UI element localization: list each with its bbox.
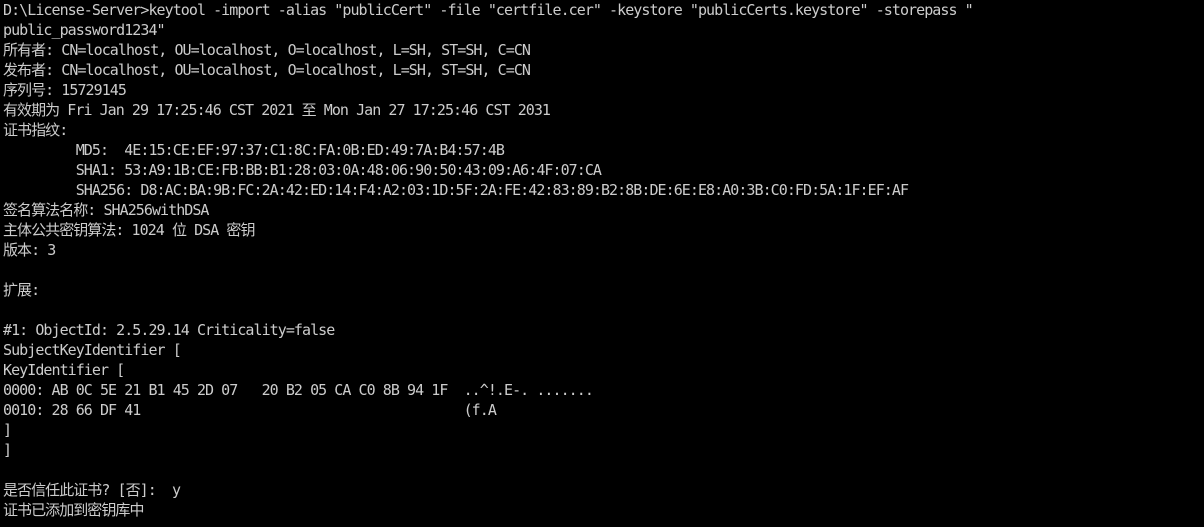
console-line: ] xyxy=(3,421,12,439)
console-line: 序列号: 15729145 xyxy=(3,81,127,99)
console-line: 是否信任此证书? [否]: y xyxy=(3,481,181,499)
console-line: 0010: 28 66 DF 41 (f.A xyxy=(3,401,497,419)
console-line: KeyIdentifier [ xyxy=(3,361,125,379)
text-cursor xyxy=(0,3,3,20)
console-line: 扩展: xyxy=(3,281,40,299)
console-line: public_password1234" xyxy=(3,21,166,39)
console-line: #1: ObjectId: 2.5.29.14 Criticality=fals… xyxy=(3,321,335,339)
console-line: 主体公共密钥算法: 1024 位 DSA 密钥 xyxy=(3,221,255,239)
console-line: 签名算法名称: SHA256withDSA xyxy=(3,201,209,219)
console-output: D:\License-Server>keytool -import -alias… xyxy=(0,0,1204,520)
console-line: D:\License-Server>keytool -import -alias… xyxy=(3,1,974,19)
console-line: 证书已添加到密钥库中 xyxy=(3,501,144,519)
console-line: SubjectKeyIdentifier [ xyxy=(3,341,182,359)
console-line: 有效期为 Fri Jan 29 17:25:46 CST 2021 至 Mon … xyxy=(3,101,551,119)
console-line: 版本: 3 xyxy=(3,241,56,259)
terminal-window[interactable]: D:\License-Server>keytool -import -alias… xyxy=(0,0,1204,527)
console-line: SHA256: D8:AC:BA:9B:FC:2A:42:ED:14:F4:A2… xyxy=(3,181,909,199)
console-line: 发布者: CN=localhost, OU=localhost, O=local… xyxy=(3,61,531,79)
console-line: 所有者: CN=localhost, OU=localhost, O=local… xyxy=(3,41,531,59)
console-line: 0000: AB 0C 5E 21 B1 45 2D 07 20 B2 05 C… xyxy=(3,381,594,399)
console-line: MD5: 4E:15:CE:EF:97:37:C1:8C:FA:0B:ED:49… xyxy=(3,141,505,159)
console-line: ] xyxy=(3,441,12,459)
console-line: SHA1: 53:A9:1B:CE:FB:BB:B1:28:03:0A:48:0… xyxy=(3,161,602,179)
console-line: 证书指纹: xyxy=(3,121,68,139)
